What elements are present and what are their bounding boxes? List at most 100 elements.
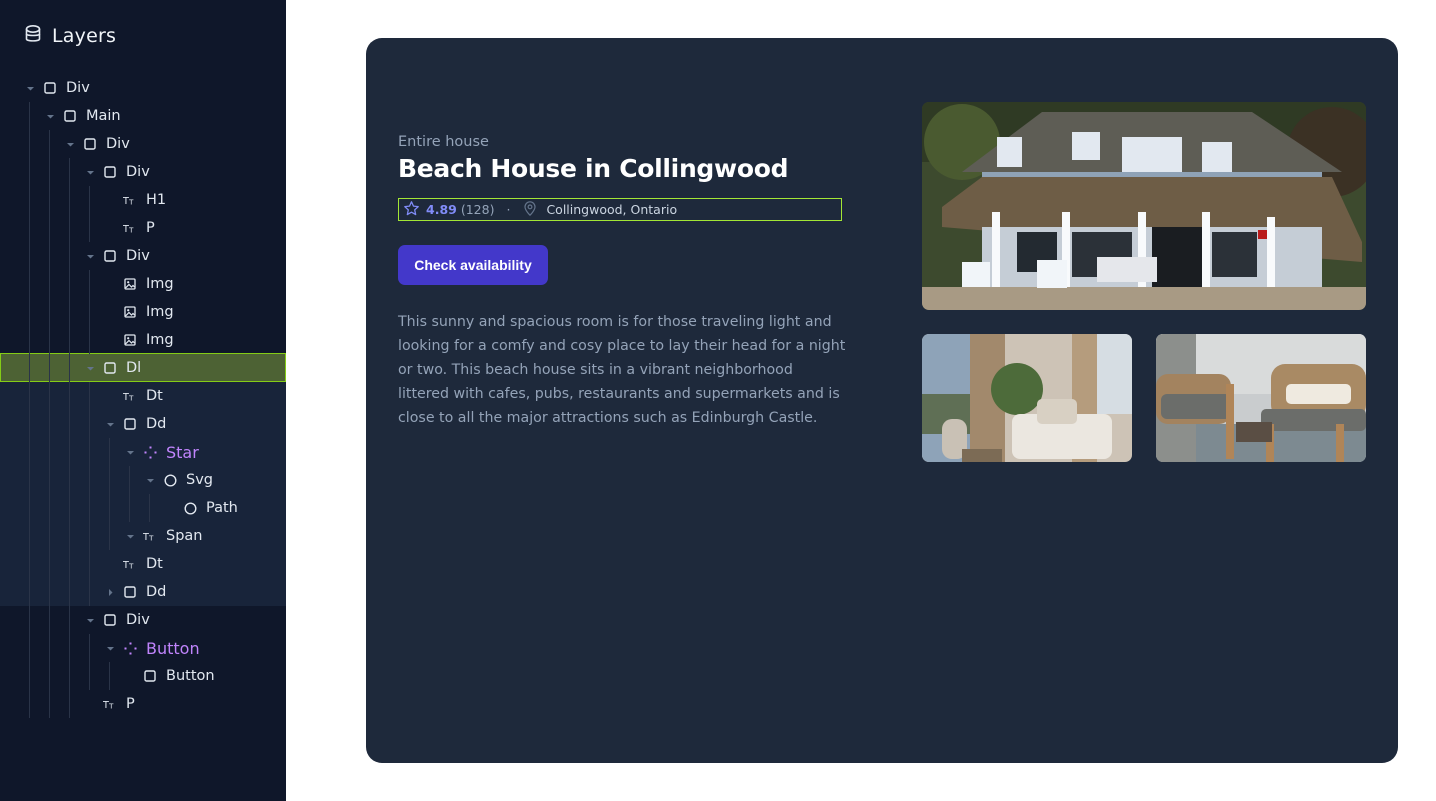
layer-label: Dd	[146, 416, 167, 432]
listing-meta[interactable]: 4.89 (128) · Collingwood, Ontario	[398, 198, 842, 221]
layer-row-img[interactable]: Img	[0, 326, 286, 354]
review-count: (128)	[460, 202, 495, 217]
meta-separator: ·	[506, 202, 511, 217]
layer-row-p[interactable]: TT P	[0, 214, 286, 242]
layer-label: Dt	[146, 388, 163, 404]
layer-row-span[interactable]: T T Span	[0, 522, 286, 550]
check-availability-button[interactable]: Check availability	[398, 245, 548, 285]
layers-title: Layers	[52, 25, 117, 47]
layer-row-div[interactable]: Div	[0, 606, 286, 634]
layer-row-img[interactable]: Img	[0, 270, 286, 298]
chevron-down-icon[interactable]	[125, 531, 135, 541]
text-icon: TT	[123, 221, 137, 235]
image-icon	[123, 333, 137, 347]
chevron-down-icon[interactable]	[105, 419, 115, 429]
layer-row-dt[interactable]: T T Dt	[0, 550, 286, 578]
living-room-photo	[922, 334, 1132, 462]
image-icon	[123, 277, 137, 291]
layer-row-main[interactable]: Main	[0, 102, 286, 130]
image-icon	[123, 305, 137, 319]
svg-text:T: T	[128, 394, 134, 402]
layer-label: Div	[106, 136, 130, 152]
chevron-down-icon[interactable]	[45, 111, 55, 121]
layer-label: Div	[126, 164, 150, 180]
svg-text:T: T	[123, 392, 129, 402]
layer-row-svg[interactable]: Svg	[0, 466, 286, 494]
location-pin-icon	[522, 200, 538, 220]
layer-row-dd[interactable]: Dd	[0, 410, 286, 438]
chevron-down-icon[interactable]	[85, 167, 95, 177]
svg-text:T: T	[123, 224, 129, 234]
svg-text:T: T	[128, 198, 134, 206]
chevron-down-icon[interactable]	[85, 363, 95, 373]
layer-label: Div	[66, 80, 90, 96]
layer-row-div[interactable]: Div	[0, 74, 286, 102]
layer-label: Img	[146, 304, 174, 320]
layer-label: Div	[126, 612, 150, 628]
layers-panel: Layers Div Main Div Div T T H1 T T P Div Img Img Img D…	[0, 0, 286, 801]
chevron-down-icon[interactable]	[25, 83, 35, 93]
star-icon	[403, 200, 420, 220]
text-icon: TT	[103, 697, 117, 711]
box-icon	[103, 249, 117, 263]
chevron-right-icon[interactable]	[105, 587, 115, 597]
svg-text:T: T	[128, 562, 134, 570]
listing-eyebrow: Entire house	[398, 134, 489, 150]
design-canvas: Entire house Beach House in Collingwood …	[286, 0, 1436, 801]
layer-label: Dt	[146, 556, 163, 572]
layer-row-dl[interactable]: Dl	[0, 354, 286, 382]
svg-text:T: T	[128, 226, 134, 234]
layer-row-button[interactable]: Button	[0, 634, 286, 662]
chevron-down-icon[interactable]	[65, 139, 75, 149]
chevron-down-icon[interactable]	[85, 615, 95, 625]
layer-label: Main	[86, 108, 121, 124]
rating-value: 4.89	[426, 202, 457, 217]
layers-header: Layers	[24, 22, 116, 50]
layer-label: Dl	[126, 360, 142, 376]
layer-row-h1[interactable]: T T H1	[0, 186, 286, 214]
chevron-down-icon[interactable]	[105, 643, 115, 653]
text-icon: TT	[123, 193, 137, 207]
layer-row-div[interactable]: Div	[0, 158, 286, 186]
layer-row-star[interactable]: Star	[0, 438, 286, 466]
layer-label: Button	[146, 638, 200, 658]
box-icon	[123, 417, 137, 431]
layer-label: Div	[126, 248, 150, 264]
layers-icon	[24, 24, 42, 48]
box-icon	[123, 585, 137, 599]
chevron-down-icon[interactable]	[125, 447, 135, 457]
house-photo	[922, 102, 1366, 310]
box-icon	[43, 81, 57, 95]
layer-tree: Div Main Div Div T T H1 T T P Div Img Img Img Dl T T Dt Dd…	[0, 74, 286, 718]
layer-label: P	[126, 696, 135, 712]
svg-text:T: T	[123, 196, 129, 206]
circle-icon	[183, 501, 197, 515]
chevron-down-icon[interactable]	[85, 251, 95, 261]
layer-row-img[interactable]: Img	[0, 298, 286, 326]
layer-row-p[interactable]: TT P	[0, 690, 286, 718]
layer-row-div[interactable]: Div	[0, 130, 286, 158]
layer-row-button[interactable]: Button	[0, 662, 286, 690]
layer-row-div[interactable]: Div	[0, 242, 286, 270]
svg-text:T: T	[143, 532, 149, 542]
box-icon	[63, 109, 77, 123]
layer-label: Span	[166, 528, 203, 544]
layer-label: H1	[146, 192, 167, 208]
chevron-down-icon[interactable]	[145, 475, 155, 485]
layer-label: Star	[166, 442, 199, 462]
layer-label: Svg	[186, 472, 213, 488]
box-icon	[103, 613, 117, 627]
patio-chairs-photo	[1156, 334, 1366, 462]
layer-label: Img	[146, 332, 174, 348]
svg-text:T: T	[123, 560, 129, 570]
listing-card: Entire house Beach House in Collingwood …	[366, 38, 1398, 763]
layer-label: Img	[146, 276, 174, 292]
layer-row-path[interactable]: Path	[0, 494, 286, 522]
text-icon: TT	[143, 529, 157, 543]
layer-row-dd[interactable]: Dd	[0, 578, 286, 606]
layer-row-dt[interactable]: T T Dt	[0, 382, 286, 410]
text-icon: TT	[123, 389, 137, 403]
svg-text:T: T	[148, 534, 154, 542]
location-text: Collingwood, Ontario	[546, 202, 678, 217]
box-icon	[143, 669, 157, 683]
